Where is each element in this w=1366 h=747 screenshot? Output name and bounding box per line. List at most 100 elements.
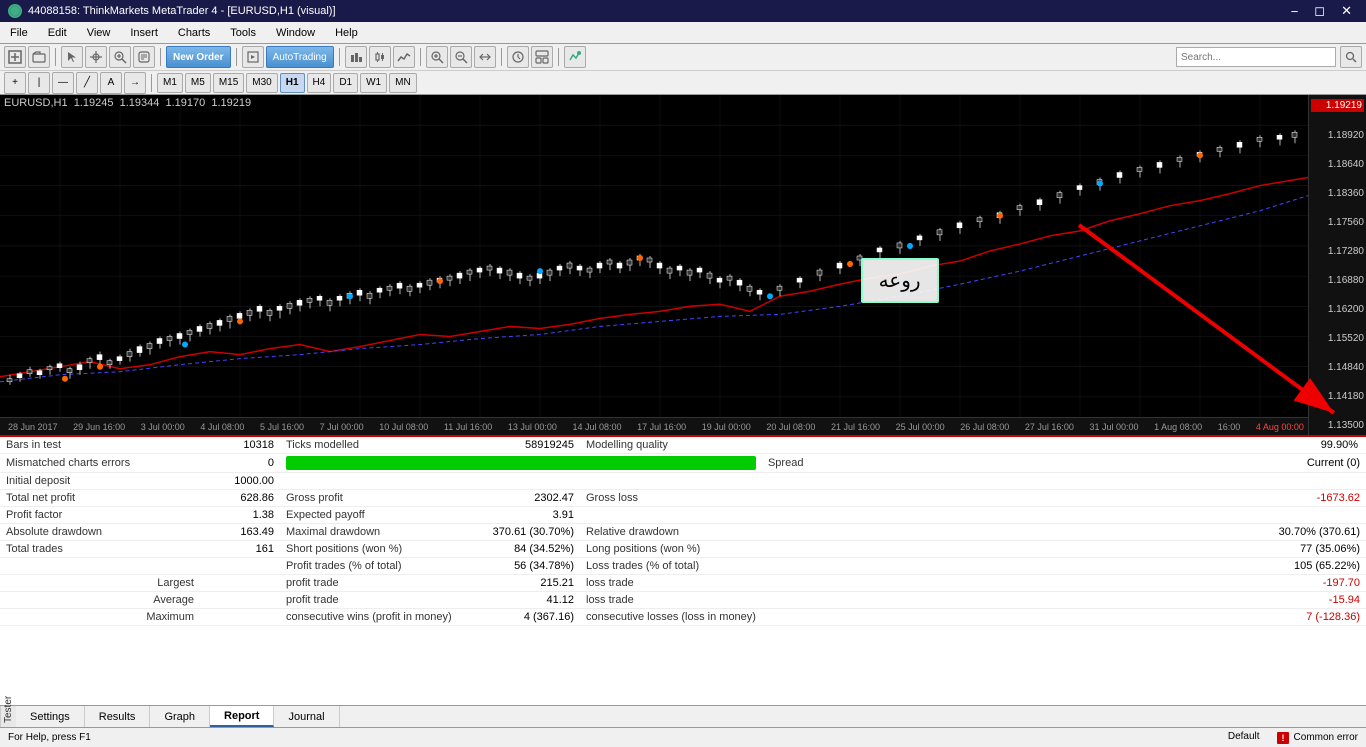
- max-consec-losses-label: consecutive losses (loss in money): [580, 609, 762, 626]
- templates-btn[interactable]: [531, 46, 553, 68]
- open-btn[interactable]: [28, 46, 50, 68]
- stats-row-5: Profit factor 1.38 Expected payoff 3.91: [0, 507, 1366, 524]
- tab-graph[interactable]: Graph: [150, 706, 210, 727]
- profit-trades-value: 56 (34.78%): [460, 558, 580, 575]
- search-button[interactable]: [1340, 46, 1362, 68]
- crosshair-btn[interactable]: [85, 46, 107, 68]
- tab-journal[interactable]: Journal: [274, 706, 339, 727]
- time-20: 16:00: [1218, 422, 1241, 432]
- bars-in-test-label: Bars in test: [0, 437, 200, 454]
- arrow-btn[interactable]: →: [124, 72, 146, 94]
- price-2: 1.18640: [1311, 159, 1364, 170]
- app-icon: [8, 4, 22, 18]
- menu-help[interactable]: Help: [325, 22, 368, 43]
- stats-table: Bars in test 10318 Ticks modelled 589192…: [0, 437, 1366, 626]
- quality-bar: [286, 456, 756, 470]
- window-controls: − ◻ ✕: [1285, 3, 1358, 19]
- trend-line-btn[interactable]: ╱: [76, 72, 98, 94]
- tf-h1[interactable]: H1: [280, 73, 305, 93]
- candle-chart-btn[interactable]: [369, 46, 391, 68]
- gross-profit-label: Gross profit: [280, 490, 460, 507]
- menu-tools[interactable]: Tools: [220, 22, 266, 43]
- menu-charts[interactable]: Charts: [168, 22, 220, 43]
- vertical-line-btn[interactable]: |: [28, 72, 50, 94]
- loss-trades-label: Loss trades (% of total): [580, 558, 762, 575]
- new-order-button[interactable]: New Order: [166, 46, 231, 68]
- zoom-in-btn[interactable]: [109, 46, 131, 68]
- time-18: 31 Jul 00:00: [1089, 422, 1138, 432]
- horizontal-line-btn[interactable]: —: [52, 72, 74, 94]
- line-chart-btn[interactable]: [393, 46, 415, 68]
- stats-scroll-area[interactable]: Bars in test 10318 Ticks modelled 589192…: [0, 437, 1366, 705]
- crosshair-draw-btn[interactable]: +: [4, 72, 26, 94]
- menu-bar: File Edit View Insert Charts Tools Windo…: [0, 22, 1366, 44]
- price-7: 1.16200: [1311, 304, 1364, 315]
- search-input[interactable]: [1176, 47, 1336, 67]
- menu-view[interactable]: View: [77, 22, 121, 43]
- tester-label[interactable]: Tester: [0, 706, 16, 727]
- cursor-btn[interactable]: [61, 46, 83, 68]
- tf-h4[interactable]: H4: [307, 73, 332, 93]
- modelling-quality-value: 99.90%: [1062, 437, 1366, 454]
- menu-edit[interactable]: Edit: [38, 22, 77, 43]
- modelling-quality-label: Modelling quality: [580, 437, 762, 454]
- largest-label: Largest: [0, 575, 200, 592]
- stats-panel-area: Bars in test 10318 Ticks modelled 589192…: [0, 435, 1366, 727]
- avg-loss-trade-value: -15.94: [1062, 592, 1366, 609]
- tf-d1[interactable]: D1: [333, 73, 358, 93]
- tab-settings[interactable]: Settings: [16, 706, 85, 727]
- bar-chart-btn[interactable]: [345, 46, 367, 68]
- price-5: 1.17280: [1311, 246, 1364, 257]
- short-pos-value: 84 (34.52%): [460, 541, 580, 558]
- ticks-modelled-value: 58919245: [460, 437, 580, 454]
- chart-canvas[interactable]: [0, 95, 1308, 417]
- close-button[interactable]: ✕: [1335, 3, 1358, 19]
- new-chart-btn[interactable]: [4, 46, 26, 68]
- menu-window[interactable]: Window: [266, 22, 325, 43]
- autotrading-button[interactable]: AutoTrading: [266, 46, 334, 68]
- restore-button[interactable]: ◻: [1308, 3, 1331, 19]
- profit-trades-label: Profit trades (% of total): [280, 558, 460, 575]
- chart-low: 1.19170: [162, 97, 205, 109]
- menu-insert[interactable]: Insert: [120, 22, 168, 43]
- stats-row-1: Bars in test 10318 Ticks modelled 589192…: [0, 437, 1366, 454]
- tf-w1[interactable]: W1: [360, 73, 387, 93]
- price-11: 1.13500: [1311, 420, 1364, 431]
- chart-wrapper: EURUSD,H1 1.19245 1.19344 1.19170 1.1921…: [0, 95, 1366, 435]
- indicators-btn[interactable]: [564, 46, 586, 68]
- time-11: 17 Jul 16:00: [637, 422, 686, 432]
- annotation-box: روعه: [861, 258, 939, 303]
- price-8: 1.15520: [1311, 333, 1364, 344]
- tf-m5[interactable]: M5: [185, 73, 211, 93]
- expert-advisors-btn[interactable]: [242, 46, 264, 68]
- properties-btn[interactable]: [133, 46, 155, 68]
- tab-results[interactable]: Results: [85, 706, 151, 727]
- chart-close: 1.19219: [208, 97, 251, 109]
- chart-high: 1.19344: [117, 97, 160, 109]
- zoom-out-chart-btn[interactable]: [450, 46, 472, 68]
- largest-profit-trade-label: profit trade: [280, 575, 460, 592]
- sep5: [420, 48, 421, 66]
- tab-report[interactable]: Report: [210, 706, 274, 727]
- menu-file[interactable]: File: [0, 22, 38, 43]
- chart-scroll-btn[interactable]: [474, 46, 496, 68]
- time-17: 27 Jul 16:00: [1025, 422, 1074, 432]
- spread-value: Current (0): [1062, 454, 1366, 473]
- minimize-button[interactable]: −: [1285, 3, 1305, 19]
- stats-row-8: Profit trades (% of total) 56 (34.78%) L…: [0, 558, 1366, 575]
- text-btn[interactable]: A: [100, 72, 122, 94]
- tf-m30[interactable]: M30: [246, 73, 277, 93]
- long-pos-label: Long positions (won %): [580, 541, 762, 558]
- max-consec-wins-label: consecutive wins (profit in money): [280, 609, 460, 626]
- tf-mn[interactable]: MN: [389, 73, 417, 93]
- zoom-in-chart-btn[interactable]: [426, 46, 448, 68]
- status-bar: For Help, press F1 Default ! Common erro…: [0, 727, 1366, 747]
- stats-row-9: Largest profit trade 215.21 loss trade -…: [0, 575, 1366, 592]
- tf-m15[interactable]: M15: [213, 73, 244, 93]
- current-price: 1.19219: [1311, 99, 1364, 112]
- largest-loss-trade-label: loss trade: [580, 575, 762, 592]
- time-period-btn[interactable]: [507, 46, 529, 68]
- tf-m1[interactable]: M1: [157, 73, 183, 93]
- max-consec-losses-value: 7 (-128.36): [1062, 609, 1366, 626]
- sep6: [501, 48, 502, 66]
